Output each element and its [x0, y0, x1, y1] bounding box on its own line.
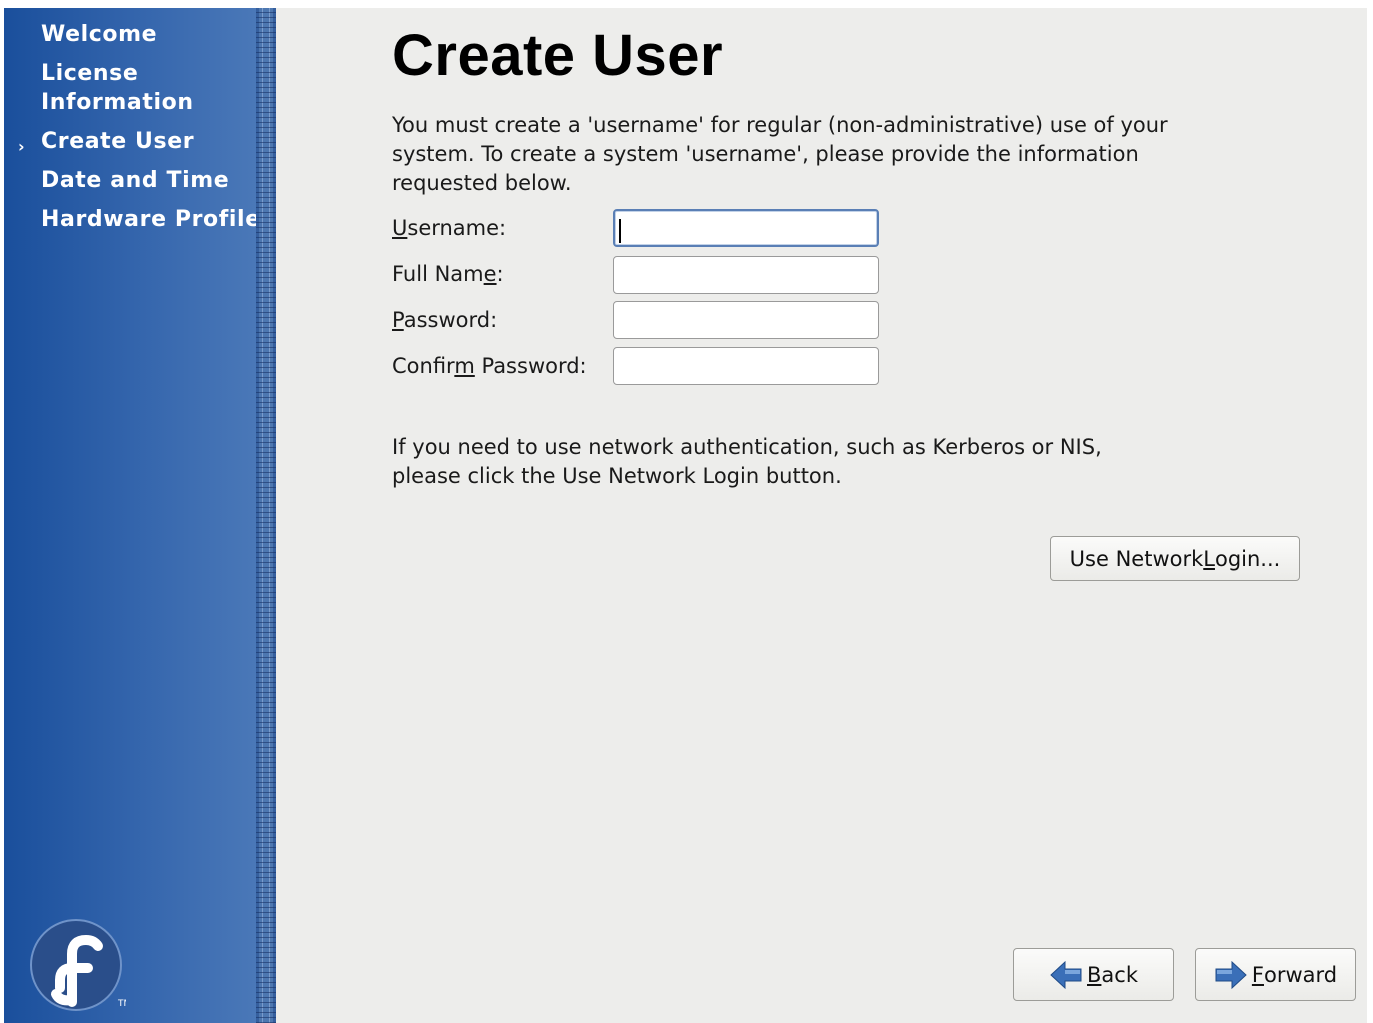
sidebar-item-welcome: Welcome [41, 22, 158, 47]
forward-arrow-icon [1215, 960, 1247, 989]
sidebar-item-create-user: Create User [41, 129, 195, 154]
password-field[interactable] [613, 301, 879, 339]
network-auth-note: If you need to use network authenticatio… [392, 435, 1102, 488]
sidebar-border-pattern [256, 8, 276, 1023]
installer-window: › Welcome License Information Create Use… [4, 8, 1367, 1023]
username-field[interactable] [613, 209, 879, 247]
fedora-logo-icon: TM [30, 919, 126, 1011]
intro-text: You must create a 'username' for regular… [392, 113, 1168, 195]
current-step-indicator-icon: › [18, 137, 25, 156]
use-network-login-button[interactable]: Use Network Login... [1050, 536, 1300, 581]
confirm-password-field[interactable] [613, 347, 879, 385]
text-cursor [619, 219, 621, 243]
forward-button[interactable]: Forward [1195, 948, 1356, 1001]
username-label: Username: [392, 216, 507, 240]
confirm-password-label: Confirm Password: [392, 354, 587, 378]
sidebar-item-license-information: License Information [41, 61, 194, 115]
trademark-mark: TM [117, 999, 126, 1009]
back-arrow-icon [1050, 960, 1082, 989]
sidebar-item-date-and-time: Date and Time [41, 168, 230, 193]
password-label: Password: [392, 308, 498, 332]
sidebar: › Welcome License Information Create Use… [4, 8, 260, 1023]
full-name-field[interactable] [613, 256, 879, 294]
sidebar-item-hardware-profile: Hardware Profile [41, 207, 261, 232]
page-title: Create User [392, 23, 724, 88]
back-button[interactable]: Back [1013, 948, 1174, 1001]
full-name-label: Full Name: [392, 262, 504, 286]
